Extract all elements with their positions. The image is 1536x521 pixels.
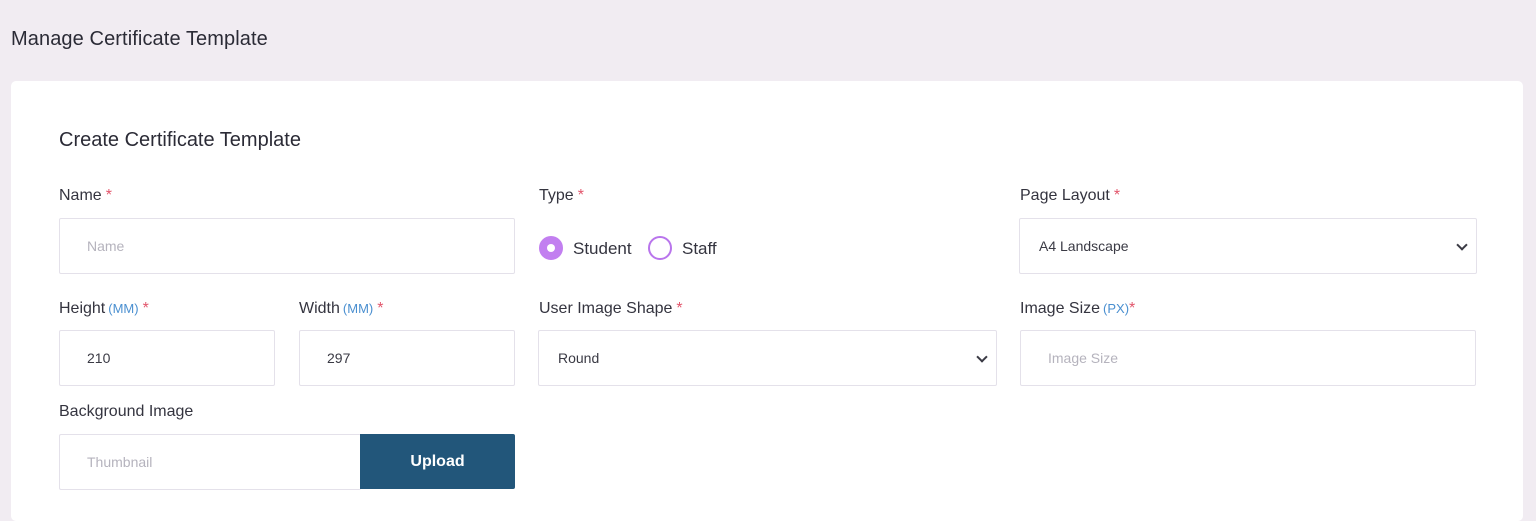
image-size-label: Image Size (PX)* bbox=[1020, 300, 1135, 318]
radio-student-label[interactable]: Student bbox=[573, 239, 632, 259]
required-mark: * bbox=[377, 300, 384, 317]
height-label: Height (MM) * bbox=[59, 300, 149, 318]
height-unit: (MM) bbox=[108, 301, 139, 316]
type-label-text: Type bbox=[539, 187, 574, 204]
image-size-label-text: Image Size bbox=[1020, 300, 1101, 317]
height-input[interactable]: 210 bbox=[59, 330, 275, 386]
upload-button[interactable]: Upload bbox=[360, 434, 515, 489]
chevron-down-icon bbox=[976, 351, 988, 363]
user-image-shape-value: Round bbox=[558, 350, 600, 366]
page-title: Manage Certificate Template bbox=[11, 28, 268, 50]
required-mark: * bbox=[1113, 187, 1121, 204]
chevron-down-icon bbox=[1456, 239, 1468, 251]
required-mark: * bbox=[105, 187, 112, 204]
create-template-card: Create Certificate Template Name * Name T… bbox=[11, 81, 1523, 521]
radio-student[interactable] bbox=[539, 236, 563, 260]
width-label-text: Width bbox=[299, 300, 340, 317]
height-label-text: Height bbox=[59, 300, 106, 317]
page-layout-label: Page Layout * bbox=[1020, 187, 1120, 205]
card-title: Create Certificate Template bbox=[59, 129, 301, 151]
page-layout-select[interactable]: A4 Landscape bbox=[1019, 218, 1477, 274]
required-mark: * bbox=[577, 187, 584, 204]
width-input[interactable]: 297 bbox=[299, 330, 515, 386]
image-size-input[interactable]: Image Size bbox=[1020, 330, 1476, 386]
page-layout-label-text: Page Layout bbox=[1020, 187, 1110, 204]
user-image-shape-label: User Image Shape * bbox=[539, 300, 683, 318]
user-image-shape-select[interactable]: Round bbox=[538, 330, 997, 386]
user-image-shape-label-text: User Image Shape bbox=[539, 300, 673, 317]
name-input[interactable]: Name bbox=[59, 218, 515, 274]
type-label: Type * bbox=[539, 187, 584, 205]
required-mark: * bbox=[676, 300, 683, 317]
required-mark: * bbox=[1129, 300, 1136, 317]
radio-staff[interactable] bbox=[648, 236, 672, 260]
radio-staff-label[interactable]: Staff bbox=[682, 239, 717, 259]
page-layout-value: A4 Landscape bbox=[1039, 238, 1129, 254]
thumbnail-input[interactable]: Thumbnail bbox=[59, 434, 361, 490]
image-size-unit: (PX) bbox=[1103, 301, 1130, 316]
width-unit: (MM) bbox=[342, 301, 374, 316]
width-label: Width (MM) * bbox=[299, 300, 383, 318]
required-mark: * bbox=[142, 300, 149, 317]
name-label-text: Name bbox=[59, 187, 102, 204]
name-label: Name * bbox=[59, 187, 112, 205]
background-image-label: Background Image bbox=[59, 403, 194, 420]
